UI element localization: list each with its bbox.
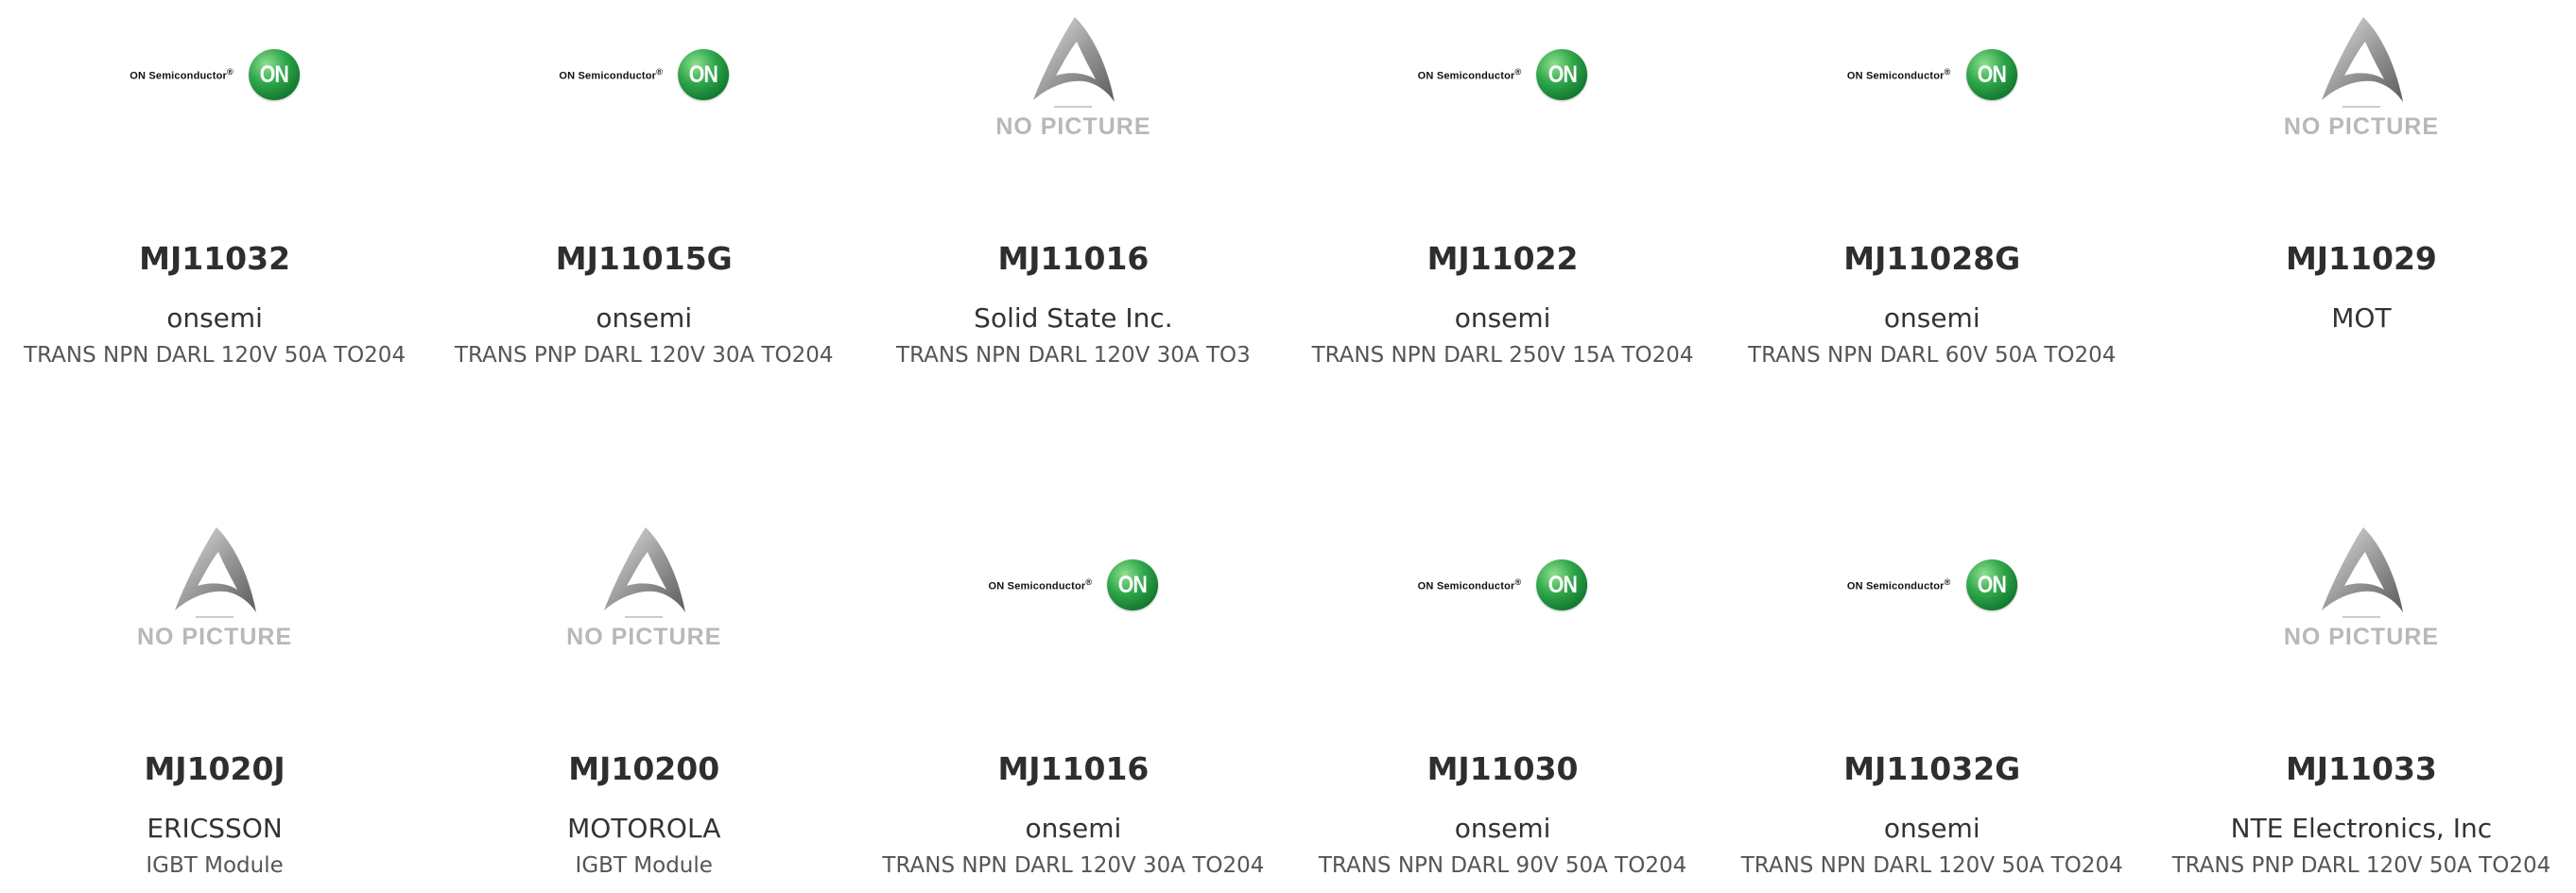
part-number-link[interactable]: MJ11030 xyxy=(1288,750,1717,787)
on-semiconductor-logo: ON Semiconductor® ON xyxy=(1418,49,1588,100)
manufacturer-name: MOTOROLA xyxy=(567,813,721,844)
no-picture-placeholder: NO PICTURE xyxy=(559,524,729,651)
product-card[interactable]: ON Semiconductor® ON MJ11016 onsemi TRAN… xyxy=(858,510,1288,893)
manufacturer-name: onsemi xyxy=(1883,813,1980,844)
part-number-link[interactable]: MJ11032 xyxy=(0,240,429,277)
product-image-link[interactable]: NO PICTURE xyxy=(2147,510,2576,680)
product-card[interactable]: NO PICTURE MJ11033 NTE Electronics, Inc … xyxy=(2147,510,2576,893)
product-image-link[interactable]: ON Semiconductor® ON xyxy=(1718,510,2147,680)
no-picture-label: NO PICTURE xyxy=(2283,113,2439,140)
on-semiconductor-logo: ON Semiconductor® ON xyxy=(559,49,730,100)
placeholder-logo-icon xyxy=(604,527,686,618)
on-semiconductor-logo: ON Semiconductor® ON xyxy=(1847,49,2017,100)
part-number-link[interactable]: MJ11029 xyxy=(2147,240,2576,277)
product-card[interactable]: ON Semiconductor® ON MJ11030 onsemi TRAN… xyxy=(1288,510,1717,893)
product-image-link[interactable]: NO PICTURE xyxy=(2147,0,2576,170)
product-description: TRANS NPN DARL 60V 50A TO204 xyxy=(1748,343,2117,368)
product-image-link[interactable]: ON Semiconductor® ON xyxy=(1718,0,2147,170)
product-description: TRANS NPN DARL 120V 30A TO3 xyxy=(896,343,1251,368)
on-semiconductor-wordmark: ON Semiconductor® xyxy=(1846,577,1951,592)
product-card[interactable]: ON Semiconductor® ON MJ11032G onsemi TRA… xyxy=(1718,510,2147,893)
manufacturer-name: onsemi xyxy=(1454,302,1551,334)
part-number-link[interactable]: MJ1020J xyxy=(0,750,429,787)
on-badge-icon: ON xyxy=(248,49,300,100)
manufacturer-name: onsemi xyxy=(1454,813,1551,844)
placeholder-logo-icon xyxy=(2321,527,2403,618)
placeholder-logo-icon xyxy=(1033,17,1115,108)
on-badge-icon: ON xyxy=(1965,49,2017,100)
product-image-link[interactable]: NO PICTURE xyxy=(0,510,429,680)
on-semiconductor-logo: ON Semiconductor® ON xyxy=(1418,559,1588,610)
placeholder-logo-icon xyxy=(2321,17,2403,108)
product-description: TRANS NPN DARL 250V 15A TO204 xyxy=(1311,343,1694,368)
manufacturer-name: onsemi xyxy=(1883,302,1980,334)
part-number-link[interactable]: MJ11028G xyxy=(1718,240,2147,277)
manufacturer-name: onsemi xyxy=(166,302,263,334)
on-semiconductor-wordmark: ON Semiconductor® xyxy=(130,67,233,82)
product-description: TRANS PNP DARL 120V 50A TO204 xyxy=(2171,853,2551,878)
product-image-link[interactable]: ON Semiconductor® ON xyxy=(1288,0,1717,170)
on-badge-icon: ON xyxy=(1965,559,2017,610)
manufacturer-name: onsemi xyxy=(596,302,693,334)
product-description: IGBT Module xyxy=(146,853,284,878)
product-description: TRANS NPN DARL 120V 50A TO204 xyxy=(1740,853,2123,878)
on-semiconductor-wordmark: ON Semiconductor® xyxy=(1417,67,1522,82)
manufacturer-name: ERICSSON xyxy=(147,813,283,844)
product-image-link[interactable]: NO PICTURE xyxy=(429,510,858,680)
part-number-link[interactable]: MJ11016 xyxy=(858,240,1288,277)
product-image-link[interactable]: ON Semiconductor® ON xyxy=(1288,510,1717,680)
product-card[interactable]: NO PICTURE MJ1020J ERICSSON IGBT Module xyxy=(0,510,429,893)
on-semiconductor-wordmark: ON Semiconductor® xyxy=(988,577,1093,592)
on-semiconductor-wordmark: ON Semiconductor® xyxy=(559,67,664,82)
no-picture-label: NO PICTURE xyxy=(136,624,293,650)
on-badge-icon: ON xyxy=(1536,559,1588,610)
no-picture-label: NO PICTURE xyxy=(2283,624,2439,650)
manufacturer-name: Solid State Inc. xyxy=(974,302,1173,334)
no-picture-placeholder: NO PICTURE xyxy=(2276,524,2446,651)
on-semiconductor-logo: ON Semiconductor® ON xyxy=(989,559,1159,610)
no-picture-placeholder: NO PICTURE xyxy=(988,13,1158,141)
product-description: TRANS NPN DARL 120V 50A TO204 xyxy=(24,343,406,368)
product-card[interactable]: NO PICTURE MJ10200 MOTOROLA IGBT Module xyxy=(429,510,858,893)
placeholder-logo-icon xyxy=(175,527,257,618)
part-number-link[interactable]: MJ11033 xyxy=(2147,750,2576,787)
part-number-link[interactable]: MJ11022 xyxy=(1288,240,1717,277)
product-card[interactable]: NO PICTURE MJ11016 Solid State Inc. TRAN… xyxy=(858,0,1288,510)
part-number-link[interactable]: MJ11032G xyxy=(1718,750,2147,787)
no-picture-placeholder: NO PICTURE xyxy=(130,524,300,651)
no-picture-placeholder: NO PICTURE xyxy=(2276,13,2446,141)
part-number-link[interactable]: MJ10200 xyxy=(429,750,858,787)
product-image-link[interactable]: ON Semiconductor® ON xyxy=(858,510,1288,680)
on-badge-icon: ON xyxy=(1536,49,1588,100)
product-description: TRANS PNP DARL 120V 30A TO204 xyxy=(454,343,834,368)
no-picture-label: NO PICTURE xyxy=(995,113,1151,140)
on-semiconductor-wordmark: ON Semiconductor® xyxy=(1417,577,1522,592)
product-card[interactable]: ON Semiconductor® ON MJ11028G onsemi TRA… xyxy=(1718,0,2147,510)
manufacturer-name: NTE Electronics, Inc xyxy=(2230,813,2493,844)
product-card[interactable]: ON Semiconductor® ON MJ11015G onsemi TRA… xyxy=(429,0,858,510)
product-card[interactable]: ON Semiconductor® ON MJ11032 onsemi TRAN… xyxy=(0,0,429,510)
product-image-link[interactable]: NO PICTURE xyxy=(858,0,1288,170)
product-grid: ON Semiconductor® ON MJ11032 onsemi TRAN… xyxy=(0,0,2576,893)
on-semiconductor-logo: ON Semiconductor® ON xyxy=(1847,559,2017,610)
no-picture-label: NO PICTURE xyxy=(566,624,722,650)
product-description: TRANS NPN DARL 120V 30A TO204 xyxy=(882,853,1265,878)
on-badge-icon: ON xyxy=(1107,559,1159,610)
on-badge-icon: ON xyxy=(678,49,730,100)
product-card[interactable]: NO PICTURE MJ11029 MOT xyxy=(2147,0,2576,510)
on-semiconductor-logo: ON Semiconductor® ON xyxy=(130,49,300,100)
product-card[interactable]: ON Semiconductor® ON MJ11022 onsemi TRAN… xyxy=(1288,0,1717,510)
product-description: IGBT Module xyxy=(575,853,713,878)
product-image-link[interactable]: ON Semiconductor® ON xyxy=(0,0,429,170)
part-number-link[interactable]: MJ11015G xyxy=(429,240,858,277)
on-semiconductor-wordmark: ON Semiconductor® xyxy=(1846,67,1951,82)
product-image-link[interactable]: ON Semiconductor® ON xyxy=(429,0,858,170)
manufacturer-name: onsemi xyxy=(1025,813,1122,844)
part-number-link[interactable]: MJ11016 xyxy=(858,750,1288,787)
manufacturer-name: MOT xyxy=(2331,302,2392,334)
product-description: TRANS NPN DARL 90V 50A TO204 xyxy=(1318,853,1687,878)
